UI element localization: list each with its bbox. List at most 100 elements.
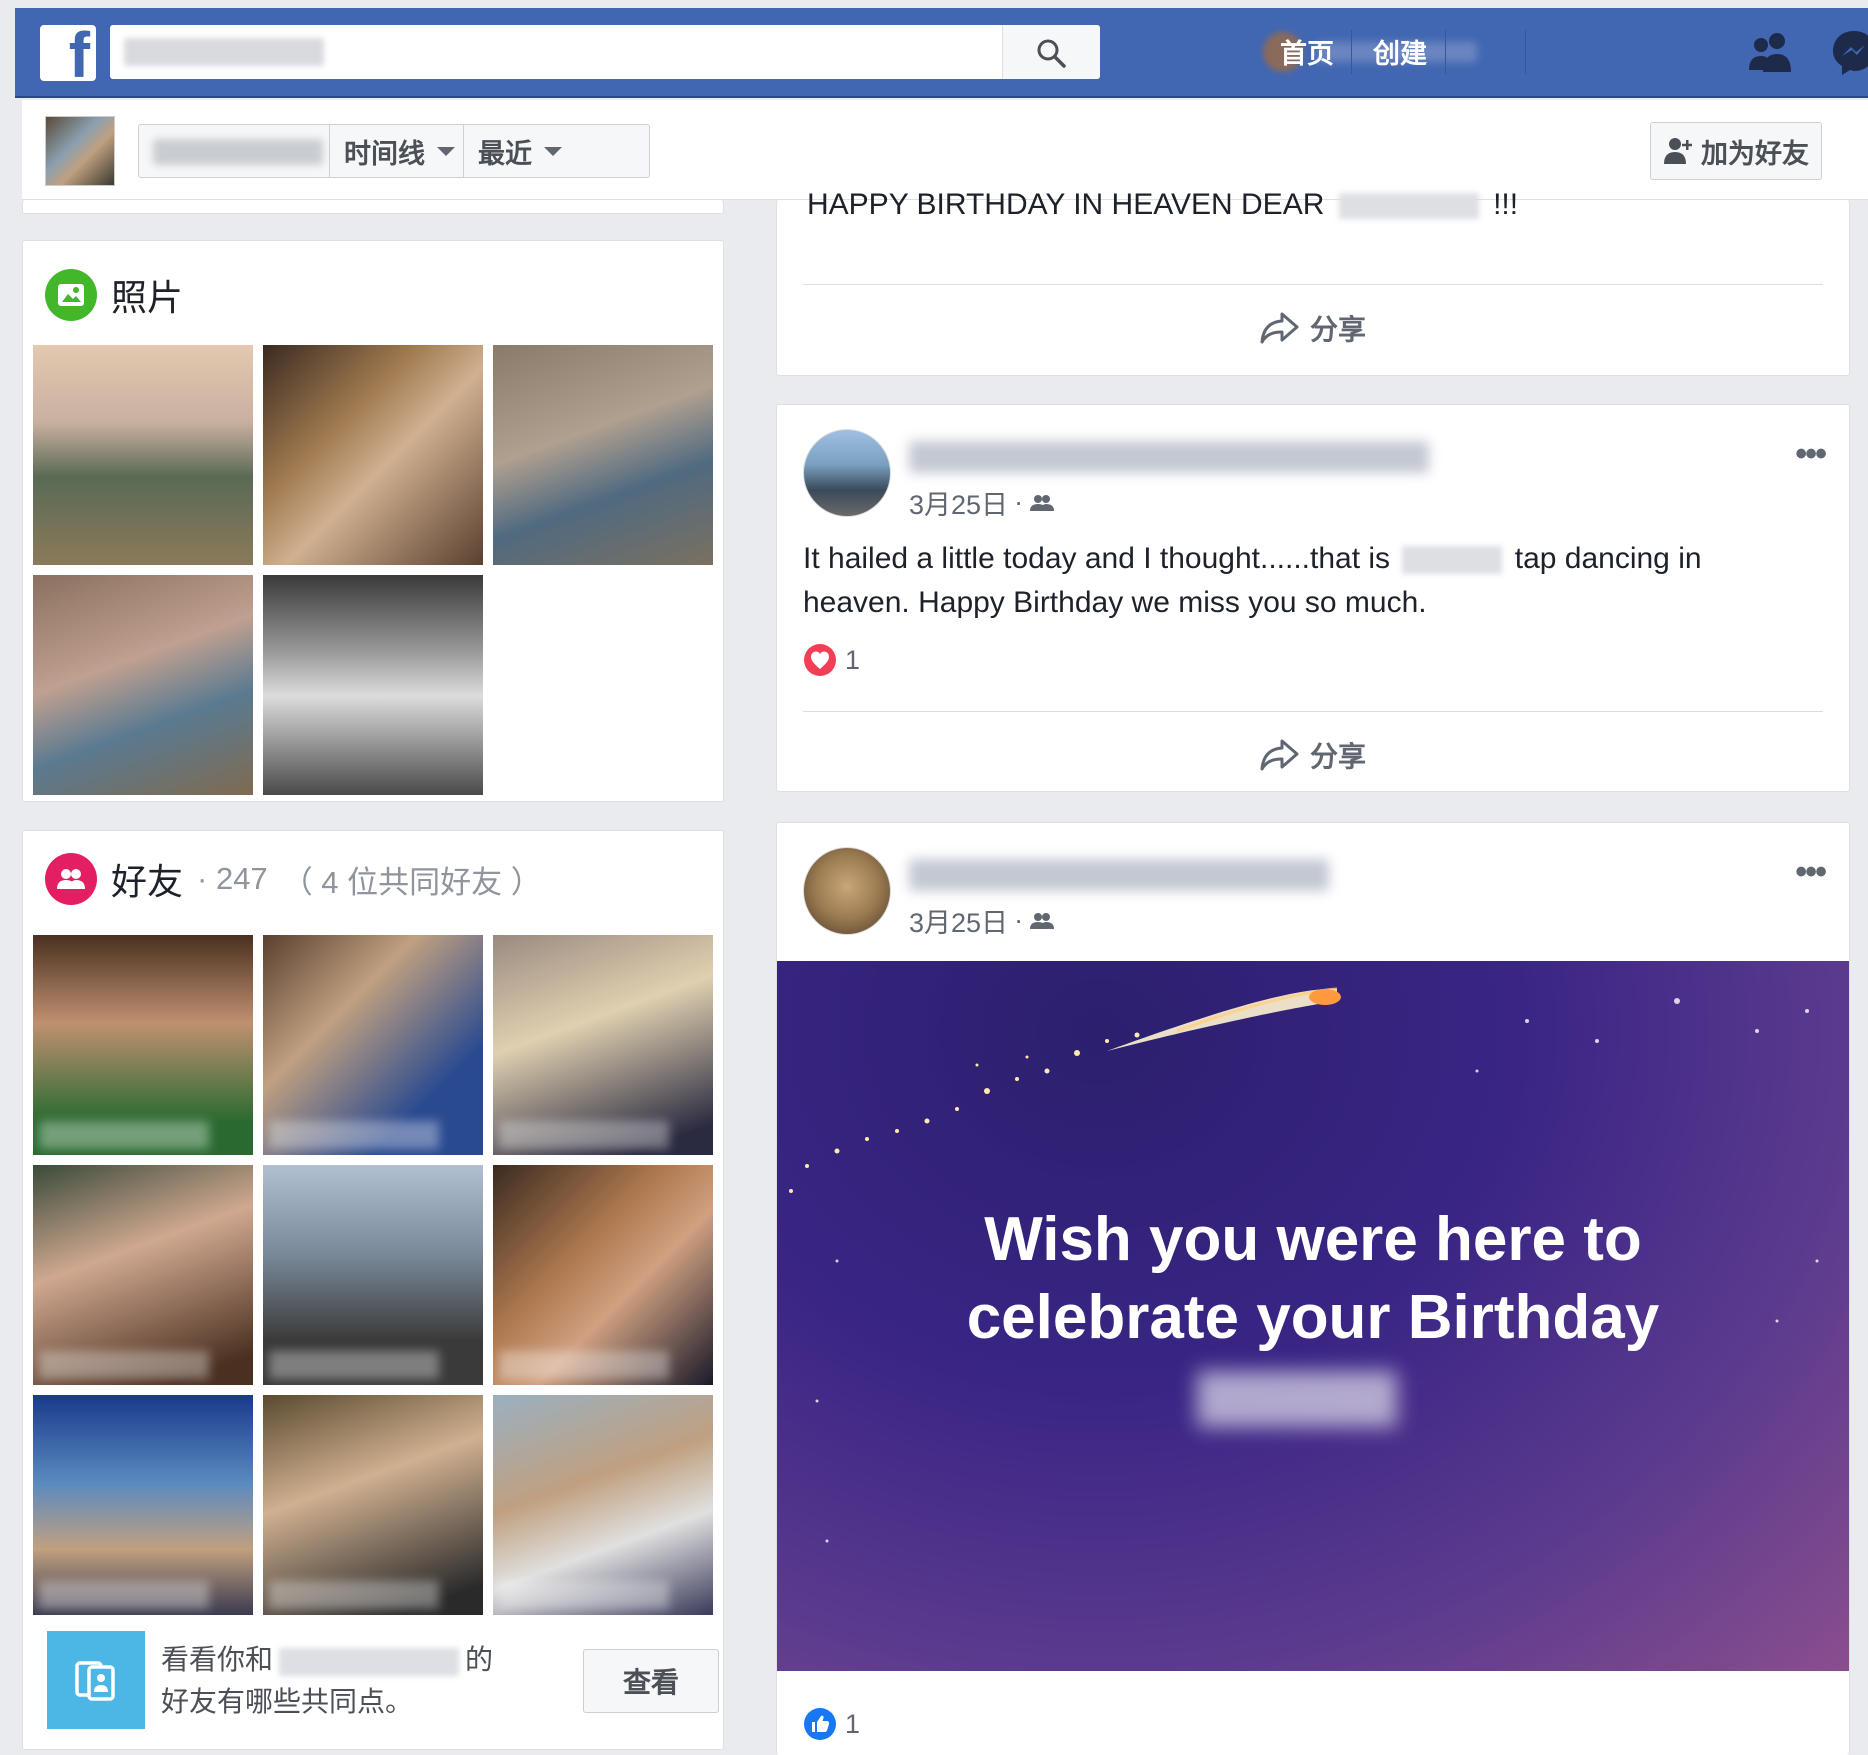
add-friend-button[interactable]: 加为好友 [1650,122,1822,180]
friend-name-redacted [499,1581,669,1609]
common-friends-icon [47,1631,145,1729]
timeline-dropdown[interactable]: 时间线 [329,125,463,177]
photos-card-header[interactable]: 照片 [45,269,183,321]
photo-thumbnail[interactable] [493,345,713,565]
love-reaction-icon [804,644,836,676]
friend-thumbnail[interactable] [493,1165,713,1385]
friends-icon [45,853,97,905]
post-date[interactable]: 3月25日 [909,483,1008,522]
name-redacted [1338,193,1479,220]
friend-name-redacted [39,1351,209,1379]
share-icon [1260,312,1299,343]
post-date[interactable]: 3月25日 [909,901,1008,940]
facebook-logo[interactable]: f [40,25,96,81]
post-options-icon[interactable]: ••• [1795,853,1827,892]
friend-name-redacted [269,1121,439,1149]
friend-thumbnail[interactable] [33,935,253,1155]
mutual-friends-count: （ 4 位共同好友 ） [281,864,542,900]
reaction-summary[interactable]: 1 [803,1707,860,1741]
post-card: HAPPY BIRTHDAY IN HEAVEN DEAR !!! 分享 [776,188,1850,376]
friends-card-header[interactable]: 好友 · 247 （ 4 位共同好友 ） [45,853,542,905]
messenger-icon[interactable] [1830,28,1868,83]
friends-count: · 247 [197,861,268,896]
common-friends-text: 看看你和 的 好友有哪些共同点。 [161,1639,493,1723]
birthday-card-message: Wish you were here to celebrate your Bir… [777,1201,1849,1357]
friends-audience-icon[interactable] [1029,493,1055,513]
top-navigation-bar: f 首页 创建 [15,8,1868,98]
nav-divider [1445,30,1446,74]
friends-card: 好友 · 247 （ 4 位共同好友 ） 看看你和 的 好友有哪些共同点。 查看 [22,830,724,1750]
add-friend-icon [1664,138,1692,164]
common-friends-prompt: 看看你和 的 好友有哪些共同点。 查看 [47,1631,719,1731]
friend-name-redacted [39,1581,209,1609]
post-body-part1: It hailed a little today and I thought..… [803,542,1391,575]
photo-thumbnail[interactable] [33,575,253,795]
search-input[interactable] [110,25,1100,79]
friends-audience-icon[interactable] [1029,911,1055,931]
profile-name-redacted [279,1647,460,1676]
friend-thumbnail[interactable] [263,935,483,1155]
nav-home-link[interactable]: 首页 [1280,32,1334,71]
post-text-main: HAPPY BIRTHDAY IN HEAVEN DEAR [807,188,1325,221]
common-text-after: 的 [465,1644,494,1675]
friends-icon[interactable] [1747,30,1795,79]
post-body: It hailed a little today and I thought..… [803,537,1803,625]
post-card: 3月25日 · ••• It hailed a little today and… [776,404,1850,792]
friend-thumbnail[interactable] [263,1165,483,1385]
profile-name-redacted [153,139,323,165]
profile-sticky-header: 时间线 最近 加为好友 [22,100,1868,200]
like-reaction-icon [804,1708,836,1740]
post-text-suffix: !!! [1493,188,1519,221]
recent-dropdown[interactable]: 最近 [463,125,649,177]
friend-thumbnail[interactable] [33,1165,253,1385]
birthday-line-1: Wish you were here to [984,1205,1642,1274]
search-icon [1037,39,1066,68]
friend-name-redacted [39,1121,209,1149]
friends-title: 好友 [111,861,184,902]
post-text: HAPPY BIRTHDAY IN HEAVEN DEAR !!! [807,188,1518,222]
meta-separator: · [1014,905,1024,935]
share-icon [1260,739,1299,770]
nav-divider [1351,30,1352,74]
post-options-icon[interactable]: ••• [1795,435,1827,474]
friend-name-redacted [499,1121,669,1149]
profile-thumbnail[interactable] [45,116,115,186]
post-author-redacted[interactable] [909,441,1429,473]
post-meta: 3月25日 · [909,483,1055,522]
timeline-label: 时间线 [344,138,425,169]
nav-divider [1525,30,1526,74]
birthday-line-2: celebrate your Birthday [966,1283,1660,1352]
search-button[interactable] [1002,25,1100,79]
friend-thumbnail[interactable] [493,935,713,1155]
name-redacted [1402,546,1503,575]
share-label: 分享 [1309,313,1366,345]
post-author-redacted[interactable] [909,859,1329,891]
share-label: 分享 [1309,740,1366,772]
previous-card-bottom [22,200,724,214]
friend-thumbnail[interactable] [263,1395,483,1615]
view-common-button[interactable]: 查看 [583,1649,719,1713]
photo-thumbnail[interactable] [263,345,483,565]
friend-thumbnail[interactable] [33,1395,253,1615]
birthday-card-image[interactable]: Wish you were here to celebrate your Bir… [777,961,1849,1671]
friend-name-redacted [499,1351,669,1379]
reaction-count: 1 [845,644,861,675]
post-card: 3月25日 · ••• Wish you were here to celebr… [776,822,1850,1755]
friend-name-redacted [269,1581,439,1609]
caret-down-icon [544,146,562,156]
name-redacted [1197,1371,1397,1427]
reaction-summary[interactable]: 1 [803,643,860,677]
nav-create-link[interactable]: 创建 [1373,32,1427,71]
share-button[interactable]: 分享 [803,711,1823,797]
avatar[interactable] [803,429,891,517]
photo-thumbnail[interactable] [263,575,483,795]
share-button[interactable]: 分享 [803,284,1823,370]
friend-thumbnail[interactable] [493,1395,713,1615]
timeline-selector: 时间线 最近 [138,124,650,178]
avatar[interactable] [803,847,891,935]
photos-title: 照片 [111,277,184,318]
caret-down-icon [437,146,455,156]
search-query-redacted [124,38,324,66]
logo-letter: f [68,25,90,81]
photo-thumbnail[interactable] [33,345,253,565]
